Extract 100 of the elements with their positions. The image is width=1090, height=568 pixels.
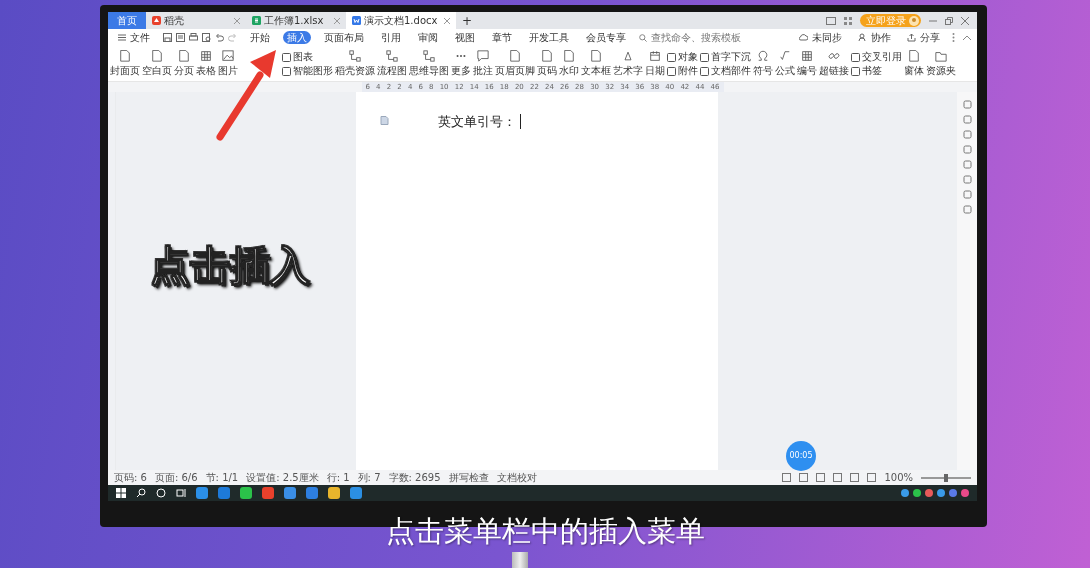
status-text: 拼写检查 [448,471,489,485]
paragraph-icon [379,116,390,125]
save-icon[interactable] [163,33,172,42]
app-icon[interactable] [218,487,230,499]
ribbon-button[interactable]: 交叉引用 [851,51,902,63]
page-icon [151,50,163,62]
status-text: 节: 1/1 [205,471,239,485]
ribbon-button[interactable]: 表格 [196,50,216,77]
ribbon-button[interactable]: 首字下沉 [700,51,751,63]
ribbon-button[interactable]: 批注 [473,50,493,77]
menu-tab[interactable]: 插入 [283,31,311,44]
ribbon-button[interactable]: 智能图形 [282,65,333,77]
overlay-label: 点击插入 [150,241,310,290]
window-tab[interactable]: 演示文档1.docx [346,12,456,29]
ribbon-button[interactable]: 艺术字 [613,50,643,77]
menu-tab[interactable]: 会员专享 [582,31,630,44]
status-text: 文档校对 [496,471,537,485]
close-icon [444,18,450,24]
ribbon-button[interactable]: 公式 [775,50,795,77]
menu-tab[interactable]: 章节 [488,31,516,44]
ribbon-button[interactable]: 文本框 [581,50,611,77]
ribbon-button[interactable]: 稻壳资源 [335,50,375,77]
ribbon-button[interactable]: 分页 [174,50,194,77]
folder-icon [935,50,947,62]
ribbon-button[interactable]: 更多 [451,50,471,77]
flowchart-icon [349,50,361,62]
numbering-icon [801,50,813,62]
export-icon[interactable] [176,33,185,42]
app-icon[interactable] [328,487,340,499]
people-icon [858,33,867,42]
window-tab[interactable]: 工作簿1.xlsx [246,12,346,29]
page-icon [178,50,190,62]
undo-icon[interactable] [215,33,224,42]
ribbon-button[interactable]: 附件 [667,65,698,77]
preview-icon[interactable] [202,33,211,42]
window-tab[interactable]: 首页 [108,12,146,29]
share-button[interactable]: 分享 [903,31,944,44]
ribbon-button[interactable]: 文档部件 [700,65,751,77]
print-icon[interactable] [189,33,198,42]
omega-icon [757,50,769,62]
app-icon[interactable] [284,487,296,499]
close-icon [334,18,340,24]
new-tab-button[interactable]: + [456,12,474,29]
ribbon-button[interactable]: 窗体 [904,50,924,77]
menu-tab[interactable]: 开发工具 [525,31,573,44]
restore-icon[interactable] [945,16,953,25]
ribbon-button[interactable]: 编号 [797,50,817,77]
file-menu[interactable]: 文件 [114,31,154,44]
ribbon-button[interactable]: 日期 [645,50,665,77]
document-icon [352,16,361,25]
ribbon-button[interactable]: 封面页 [110,50,140,77]
status-text: 字数: 2695 [388,471,441,485]
menu-tab[interactable]: 视图 [451,31,479,44]
layout-icon[interactable] [826,16,836,25]
menu-tab[interactable]: 开始 [246,31,274,44]
ribbon-button[interactable]: 图表 [282,51,333,63]
more-icon[interactable] [952,33,955,42]
menu-tab[interactable]: 审阅 [414,31,442,44]
spreadsheet-icon [252,16,261,25]
calendar-icon [649,50,661,62]
ribbon-button[interactable]: 流程图 [377,50,407,77]
ribbon-button[interactable]: 水印 [559,50,579,77]
docer-logo-icon [152,16,161,25]
menu-tab[interactable]: 页面布局 [320,31,368,44]
menu-tab[interactable]: 引用 [377,31,405,44]
app-icon[interactable] [262,487,274,499]
grid-icon[interactable] [844,16,852,25]
ribbon-button[interactable]: 图片 [218,50,238,77]
ribbon-button[interactable]: 对象 [667,51,698,63]
circle-icon[interactable] [156,488,166,498]
zoom-level[interactable]: 100% [884,470,913,485]
window-tab[interactable]: 稻壳 [146,12,246,29]
menu-icon [118,34,126,41]
app-icon[interactable] [350,487,362,499]
task-view-icon[interactable] [176,488,186,498]
app-icon[interactable] [306,487,318,499]
sync-status[interactable]: 未同步 [795,31,846,44]
avatar-icon [909,15,919,26]
ribbon-button[interactable]: 页眉页脚 [495,50,535,77]
ribbon-button[interactable]: 符号 [753,50,773,77]
search-icon[interactable] [136,488,146,498]
slider-thumb[interactable] [944,473,948,482]
page-icon [509,50,521,62]
ribbon-button[interactable]: 超链接 [819,50,849,77]
mind-map-icon [423,50,435,62]
ribbon-button[interactable]: 空白页 [142,50,172,77]
status-text: 页面: 6/6 [154,471,198,485]
search-field[interactable]: 查找命令、搜索模板 [639,30,751,45]
collapse-icon[interactable] [963,35,971,40]
app-icon[interactable] [240,487,252,499]
ribbon-button[interactable]: 思维导图 [409,50,449,77]
app-icon[interactable] [196,487,208,499]
ribbon-button[interactable]: 书签 [851,65,902,77]
ribbon-button[interactable]: 资源夹 [926,50,956,77]
status-text: 页码: 6 [114,471,147,485]
start-icon[interactable] [116,488,126,498]
collaborate-button[interactable]: 协作 [854,31,895,44]
ribbon-button[interactable]: 页码 [537,50,557,77]
close-icon[interactable] [961,16,969,25]
text-cursor [519,114,521,130]
